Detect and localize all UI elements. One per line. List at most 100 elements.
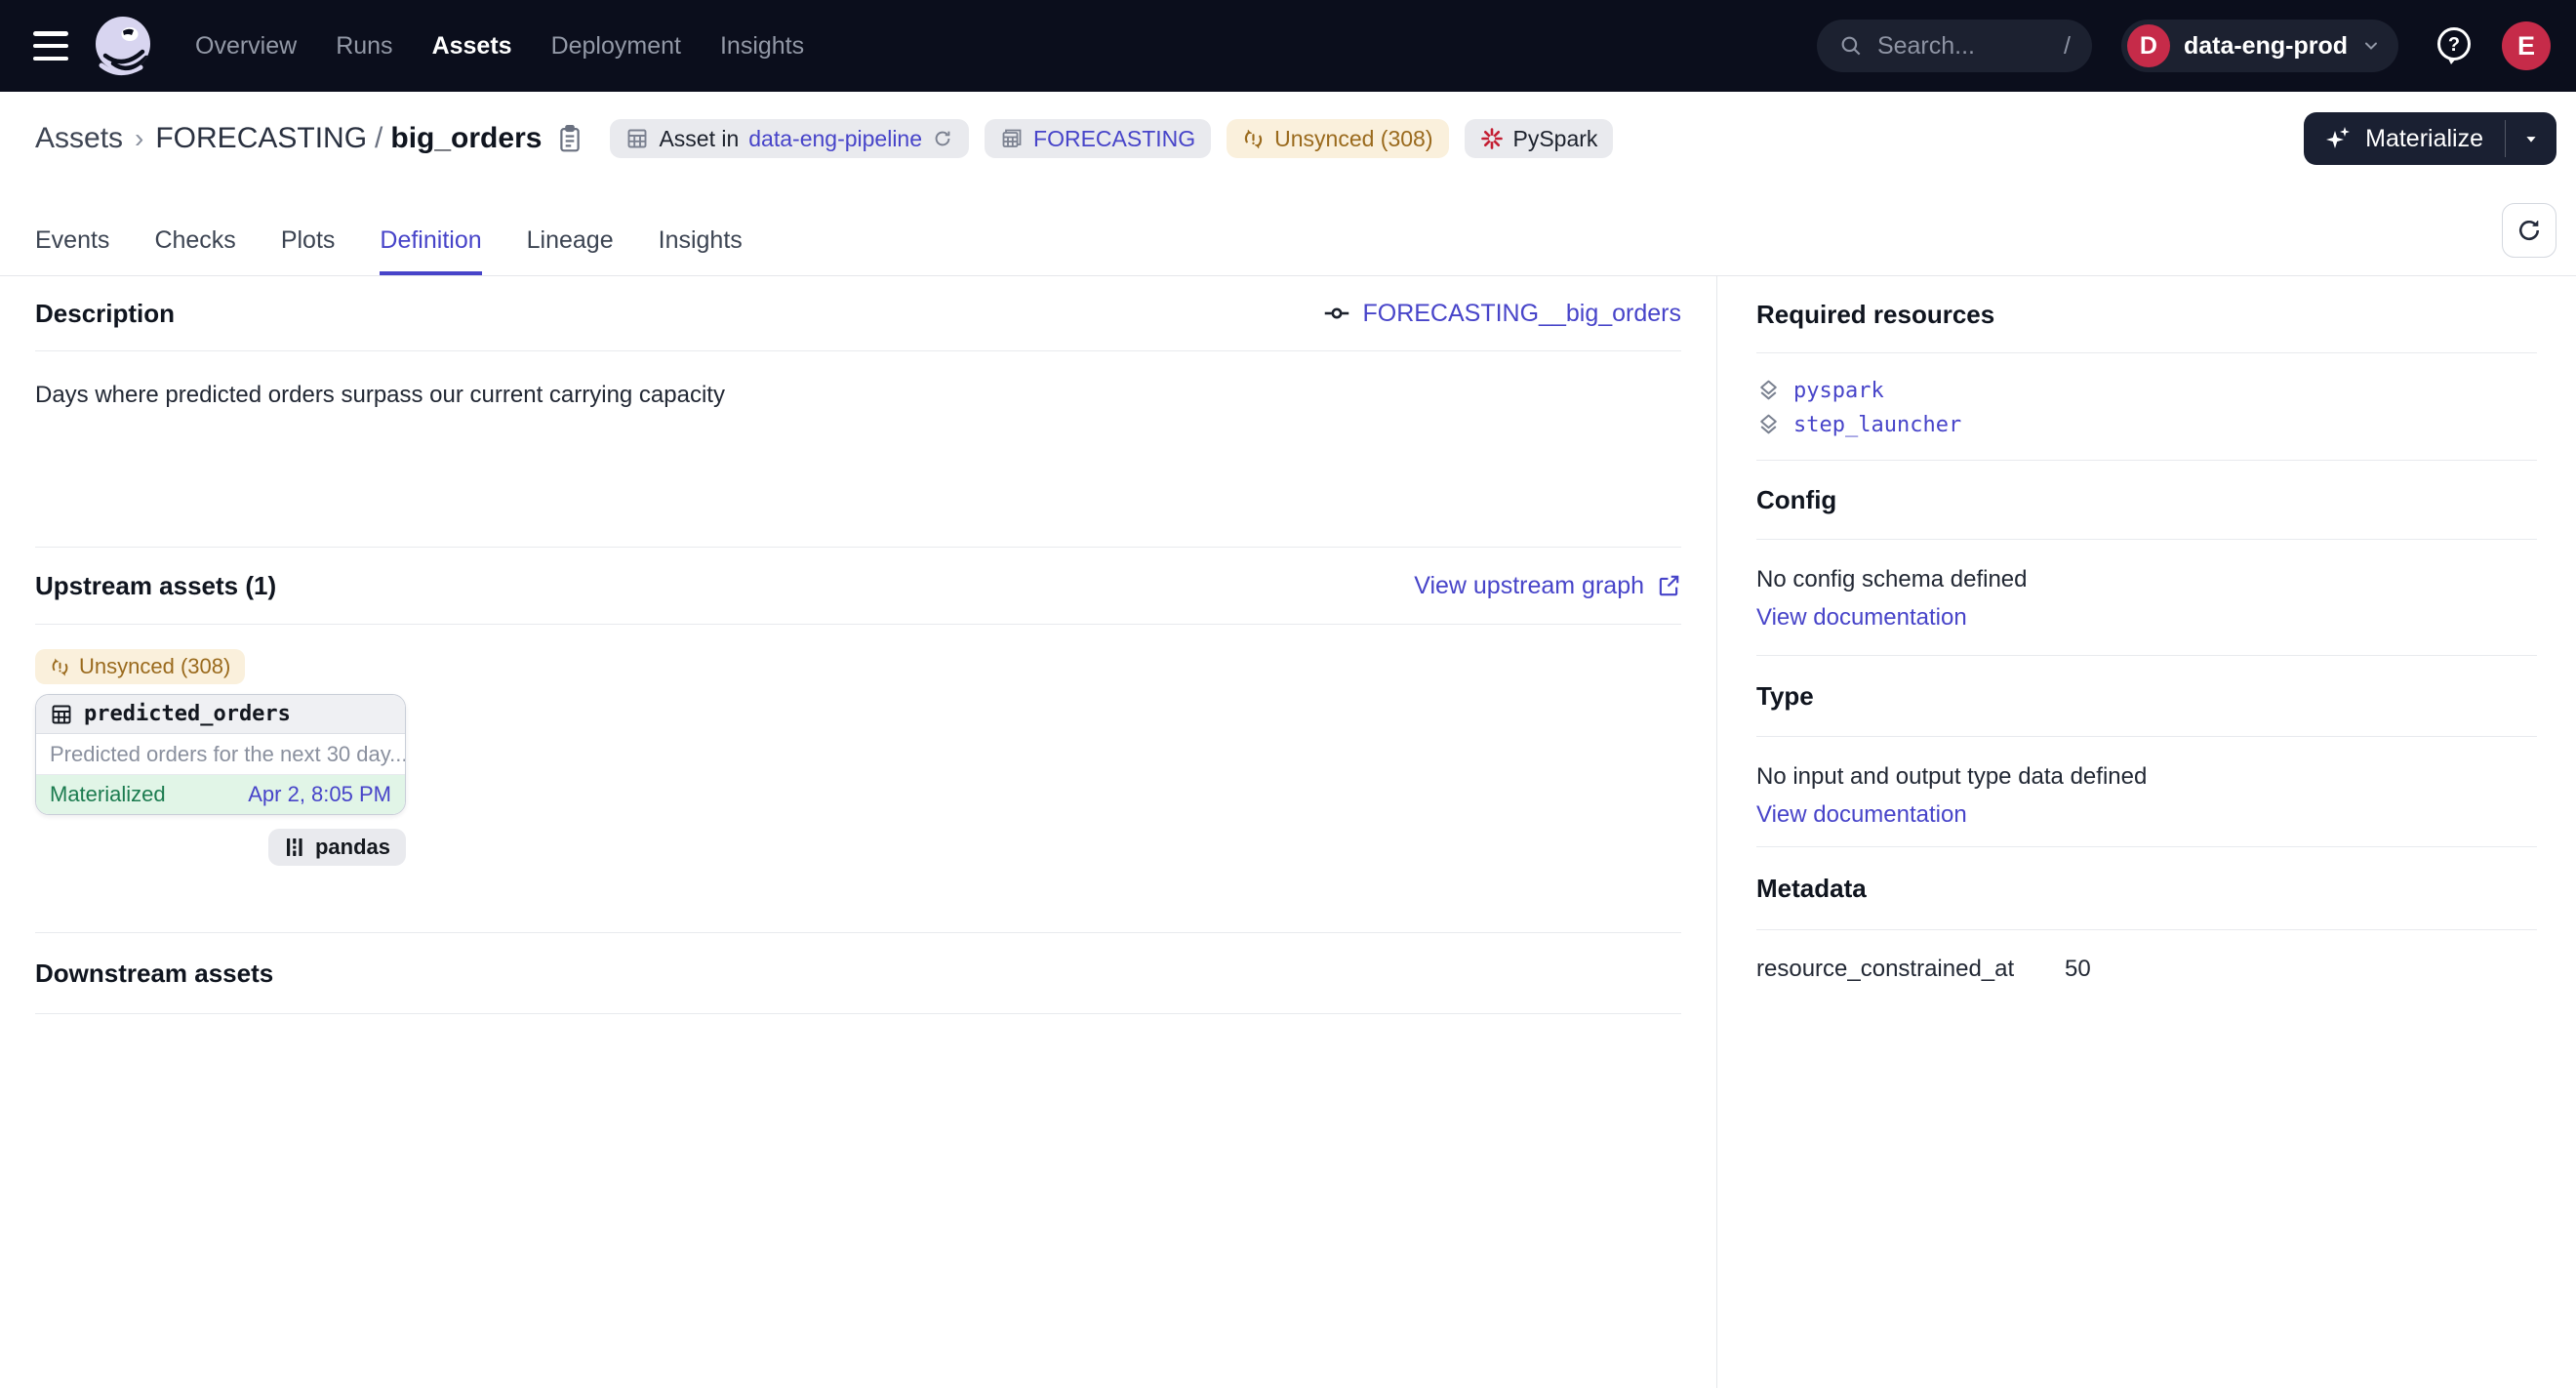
badge-compute-label: PySpark [1513, 126, 1598, 152]
asset-card-description: Predicted orders for the next 30 day... [36, 734, 405, 775]
type-title: Type [1756, 681, 1814, 712]
badge-unsynced[interactable]: Unsynced (308) [1227, 119, 1448, 158]
pandas-icon [284, 836, 305, 859]
badge-unsynced-label: Unsynced (308) [1274, 126, 1432, 152]
resource-item-step-launcher[interactable]: step_launcher [1756, 409, 2537, 440]
asset-card-tag-row: pandas [35, 829, 406, 866]
page-title-asset-name: big_orders [390, 122, 542, 155]
view-upstream-graph-link[interactable]: View upstream graph [1414, 572, 1681, 600]
top-navigation-bar: Overview Runs Assets Deployment Insights… [0, 0, 2576, 92]
tab-lineage[interactable]: Lineage [527, 226, 614, 275]
search-input[interactable] [1877, 32, 2050, 61]
materialize-dropdown-button[interactable] [2506, 112, 2556, 165]
materialize-button[interactable]: Materialize [2304, 112, 2505, 165]
pandas-tag[interactable]: pandas [268, 829, 406, 866]
badge-compute-pyspark[interactable]: PySpark [1465, 119, 1614, 158]
job-link-label: FORECASTING__big_orders [1362, 300, 1681, 328]
required-resources-title: Required resources [1756, 300, 1994, 330]
upstream-unsynced-label: Unsynced (308) [79, 654, 230, 679]
metadata-title: Metadata [1756, 874, 1867, 904]
breadcrumb-separator: › [123, 123, 155, 154]
type-view-documentation-link[interactable]: View documentation [1756, 801, 2537, 829]
type-message: No input and output type data defined [1756, 760, 2537, 794]
dagster-logo[interactable] [94, 15, 152, 77]
metadata-value: 50 [2065, 956, 2091, 983]
nav-item-runs[interactable]: Runs [336, 32, 392, 61]
job-icon [1323, 300, 1350, 327]
asset-card-status: Materialized [50, 782, 166, 807]
resource-layers-icon [1756, 413, 1781, 437]
breadcrumb-assets-link[interactable]: Assets [35, 122, 123, 155]
downstream-section-header: Downstream assets [35, 932, 1681, 1014]
search-shortcut-hint: / [2064, 32, 2071, 61]
upstream-title: Upstream assets (1) [35, 571, 276, 601]
asset-grid-icon [625, 127, 649, 150]
asset-card-header: predicted_orders [36, 695, 405, 734]
sync-alert-icon [1242, 128, 1265, 150]
refresh-icon [932, 128, 953, 149]
deployment-switcher[interactable]: D data-eng-prod [2121, 20, 2398, 72]
resource-item-pyspark[interactable]: pyspark [1756, 375, 2537, 406]
required-resources-header: Required resources [1756, 276, 2537, 353]
definition-sidebar: Required resources pyspark step_launcher [1717, 276, 2576, 1388]
description-section-header: Description FORECASTING__big_orders [35, 276, 1681, 351]
spark-icon [1480, 127, 1504, 150]
asset-tabs: Events Checks Plots Definition Lineage I… [0, 185, 2576, 276]
nav-item-insights[interactable]: Insights [720, 32, 804, 61]
asset-header-row: Assets › FORECASTING / big_orders Asset … [0, 92, 2576, 185]
tab-plots[interactable]: Plots [281, 226, 336, 275]
description-text: Days where predicted orders surpass our … [35, 379, 1681, 412]
definition-main-panel: Description FORECASTING__big_orders Days… [0, 276, 1717, 1388]
upstream-asset-card[interactable]: predicted_orders Predicted orders for th… [35, 694, 406, 815]
job-link[interactable]: FORECASTING__big_orders [1323, 300, 1681, 328]
tab-checks[interactable]: Checks [154, 226, 235, 275]
sparkle-icon [2325, 125, 2353, 152]
deployment-initial-badge: D [2127, 24, 2170, 67]
hamburger-menu-icon[interactable] [33, 31, 68, 61]
pandas-tag-label: pandas [315, 835, 390, 860]
svg-text:?: ? [2448, 34, 2460, 56]
chevron-down-icon [2361, 36, 2381, 56]
asset-card-timestamp[interactable]: Apr 2, 8:05 PM [248, 782, 391, 807]
type-header: Type [1756, 655, 2537, 737]
badge-asset-in-pipeline[interactable]: Asset in data-eng-pipeline [610, 119, 969, 158]
sync-alert-icon [50, 657, 70, 677]
resource-name: step_launcher [1793, 413, 1961, 437]
search-box[interactable]: / [1817, 20, 2092, 72]
tab-definition[interactable]: Definition [380, 226, 481, 275]
materialize-label: Materialize [2365, 125, 2483, 153]
materialize-split-button: Materialize [2304, 112, 2556, 165]
description-title: Description [35, 299, 175, 329]
asset-grid-icon [50, 703, 73, 726]
config-message: No config schema defined [1756, 563, 2537, 596]
refresh-button[interactable] [2502, 203, 2556, 258]
nav-item-overview[interactable]: Overview [195, 32, 297, 61]
group-grid-icon [1000, 127, 1024, 150]
asset-badges: Asset in data-eng-pipeline FORECASTING [610, 119, 1613, 158]
deployment-name: data-eng-prod [2184, 32, 2348, 61]
resource-name: pyspark [1793, 379, 1884, 403]
primary-nav: Overview Runs Assets Deployment Insights [195, 32, 804, 61]
pipeline-link[interactable]: data-eng-pipeline [748, 126, 922, 152]
badge-group-label: FORECASTING [1033, 126, 1195, 152]
nav-item-assets[interactable]: Assets [432, 32, 512, 61]
resource-layers-icon [1756, 379, 1781, 403]
asset-card-name: predicted_orders [84, 702, 291, 726]
breadcrumb-group: FORECASTING [155, 122, 367, 155]
config-header: Config [1756, 460, 2537, 540]
tab-events[interactable]: Events [35, 226, 109, 275]
nav-item-deployment[interactable]: Deployment [551, 32, 681, 61]
resources-list: pyspark step_launcher [1756, 353, 2537, 440]
caret-down-icon [2520, 128, 2542, 149]
copy-description-icon[interactable] [555, 123, 584, 154]
downstream-title: Downstream assets [35, 959, 273, 989]
help-icon[interactable]: ? [2434, 24, 2475, 67]
definition-content: Description FORECASTING__big_orders Days… [0, 276, 2576, 1388]
badge-group-forecasting[interactable]: FORECASTING [985, 119, 1211, 158]
user-avatar[interactable]: E [2502, 21, 2551, 70]
upstream-unsynced-badge[interactable]: Unsynced (308) [35, 649, 245, 684]
metadata-key: resource_constrained_at [1756, 956, 2065, 983]
external-link-icon [1656, 573, 1681, 598]
config-view-documentation-link[interactable]: View documentation [1756, 604, 2537, 632]
tab-insights[interactable]: Insights [659, 226, 743, 275]
